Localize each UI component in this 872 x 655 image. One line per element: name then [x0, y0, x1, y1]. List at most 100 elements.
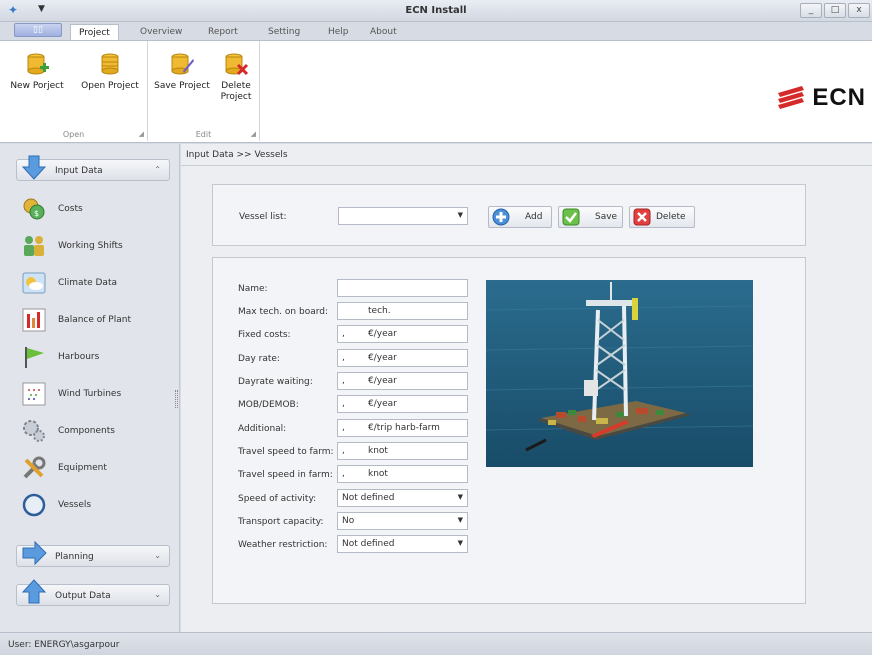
dayrate-waiting-label: Dayrate waiting: [238, 377, 313, 387]
weather-restriction-select[interactable]: Not defined ▼ [337, 535, 468, 553]
wind-turbines-icon [22, 382, 46, 406]
mob-demob-label: MOB/DEMOB: [238, 400, 299, 410]
planning-label: Planning [55, 552, 94, 562]
max-tech-input[interactable]: tech. [337, 302, 468, 320]
status-bar: User: ENERGY\asgarpour [0, 632, 872, 655]
vessel-list-panel: Vessel list: ▼ Add Save Delete [212, 184, 806, 246]
travel-speed-in-farm-input[interactable]: , knot [337, 465, 468, 483]
nav-item-label: Costs [58, 204, 83, 214]
tab-project[interactable]: Project [70, 24, 119, 40]
dayrate-waiting-input[interactable]: , €/year [337, 372, 468, 390]
input-data-section-header[interactable]: Input Data ⌃ [16, 155, 170, 181]
file-menu-button[interactable]: ▯▯ [14, 23, 62, 37]
chevron-down-icon: ⌄ [154, 551, 161, 560]
ribbon-panel: New Porject Open Project Open ◢ Save Pro… [0, 40, 872, 143]
add-icon [492, 208, 510, 226]
nav-item-label: Wind Turbines [58, 389, 122, 399]
flag-icon [25, 347, 44, 368]
group-launcher-icon[interactable]: ◢ [139, 130, 144, 138]
delete-project-icon [225, 53, 249, 76]
weather-restriction-label: Weather restriction: [238, 540, 328, 550]
tab-setting[interactable]: Setting [260, 24, 308, 40]
save-label: Save [595, 212, 618, 222]
compass-icon [22, 493, 46, 517]
travel-speed-to-farm-label: Travel speed to farm: [238, 447, 334, 457]
save-project-button[interactable]: Save Project [152, 51, 212, 92]
delete-label: Delete [656, 212, 686, 222]
speed-of-activity-value: Not defined [342, 493, 395, 503]
coins-icon: $ [23, 198, 45, 220]
travel-speed-in-farm-unit: knot [368, 469, 388, 479]
tab-help[interactable]: Help [320, 24, 357, 40]
transport-capacity-select[interactable]: No ▼ [337, 512, 468, 530]
output-data-section-header[interactable]: Output Data ⌄ [16, 579, 170, 606]
additional-input[interactable]: , €/trip harb-farm [337, 419, 468, 437]
new-project-icon [27, 53, 49, 75]
tools-icon [23, 456, 46, 479]
travel-speed-to-farm-input[interactable]: , knot [337, 442, 468, 460]
mob-demob-input[interactable]: , €/year [337, 395, 468, 413]
open-project-button[interactable]: Open Project [74, 51, 146, 92]
travel-speed-in-farm-label: Travel speed in farm: [238, 470, 333, 480]
maximize-button[interactable]: □ [824, 3, 846, 18]
open-project-icon [101, 53, 119, 75]
nav-item-balance-of-plant[interactable]: Balance of Plant [22, 308, 172, 334]
fixed-costs-value: , [342, 329, 345, 339]
day-rate-unit: €/year [368, 353, 397, 363]
chevron-down-icon: ⌄ [154, 590, 161, 599]
speed-of-activity-select[interactable]: Not defined ▼ [337, 489, 468, 507]
nav-item-working-shifts[interactable]: Working Shifts [22, 234, 172, 260]
additional-unit: €/trip harb-farm [368, 423, 440, 433]
planning-section-header[interactable]: Planning ⌄ [16, 540, 170, 567]
nav-item-wind-turbines[interactable]: Wind Turbines [22, 382, 172, 408]
new-project-button[interactable]: New Porject [2, 51, 72, 92]
nav-item-label: Climate Data [58, 278, 117, 288]
weather-restriction-value: Not defined [342, 539, 395, 549]
workers-icon [24, 236, 44, 256]
input-data-label: Input Data [55, 166, 103, 176]
ribbon-tabs: ▯▯ Project Overview Report Setting Help … [0, 22, 872, 57]
close-button[interactable]: x [848, 3, 870, 18]
group-launcher-icon[interactable]: ◢ [251, 130, 256, 138]
travel-speed-in-farm-value: , [342, 469, 345, 479]
breadcrumb-divider [181, 165, 872, 166]
minimize-button[interactable]: _ [800, 3, 822, 18]
vessel-list-select[interactable]: ▼ [338, 207, 468, 225]
fixed-costs-unit: €/year [368, 329, 397, 339]
ribbon-group-label-open: Open [62, 130, 85, 139]
nav-item-label: Harbours [58, 352, 100, 362]
speed-of-activity-label: Speed of activity: [238, 494, 317, 504]
open-project-label: Open Project [81, 81, 139, 91]
transport-capacity-value: No [342, 516, 355, 526]
add-button[interactable]: Add [488, 206, 552, 228]
delete-project-button[interactable]: Delete Project [214, 51, 258, 103]
mob-demob-value: , [342, 399, 345, 409]
ribbon-group-edit: Save Project Delete Project Edit ◢ [148, 41, 260, 141]
nav-item-label: Balance of Plant [58, 315, 131, 325]
name-input[interactable] [337, 279, 468, 297]
nav-item-equipment[interactable]: Equipment [22, 456, 172, 482]
nav-item-harbours[interactable]: Harbours [22, 345, 172, 371]
delete-project-label: Delete Project [220, 81, 252, 102]
panel-splitter[interactable] [175, 390, 178, 408]
balance-of-plant-icon [22, 308, 46, 332]
tab-about[interactable]: About [362, 24, 405, 40]
nav-item-costs[interactable]: $ Costs [22, 197, 172, 223]
nav-item-label: Components [58, 426, 115, 436]
dropdown-arrow-icon: ▼ [457, 516, 463, 524]
day-rate-input[interactable]: , €/year [337, 349, 468, 367]
title-bar: ✦ ▼ ECN Install _ □ x [0, 0, 872, 22]
save-button[interactable]: Save [558, 206, 623, 228]
fixed-costs-input[interactable]: , €/year [337, 325, 468, 343]
nav-item-climate-data[interactable]: Climate Data [22, 271, 172, 297]
transport-capacity-label: Transport capacity: [238, 517, 324, 527]
delete-button[interactable]: Delete [629, 206, 695, 228]
nav-item-label: Working Shifts [58, 241, 123, 251]
tab-overview[interactable]: Overview [132, 24, 190, 40]
main-content: Input Data >> Vessels Vessel list: ▼ Add… [181, 144, 872, 632]
svg-text:$: $ [34, 209, 39, 218]
nav-item-components[interactable]: Components [22, 419, 172, 445]
tab-report[interactable]: Report [200, 24, 246, 40]
nav-item-vessels[interactable]: Vessels [22, 493, 172, 519]
mob-demob-unit: €/year [368, 399, 397, 409]
